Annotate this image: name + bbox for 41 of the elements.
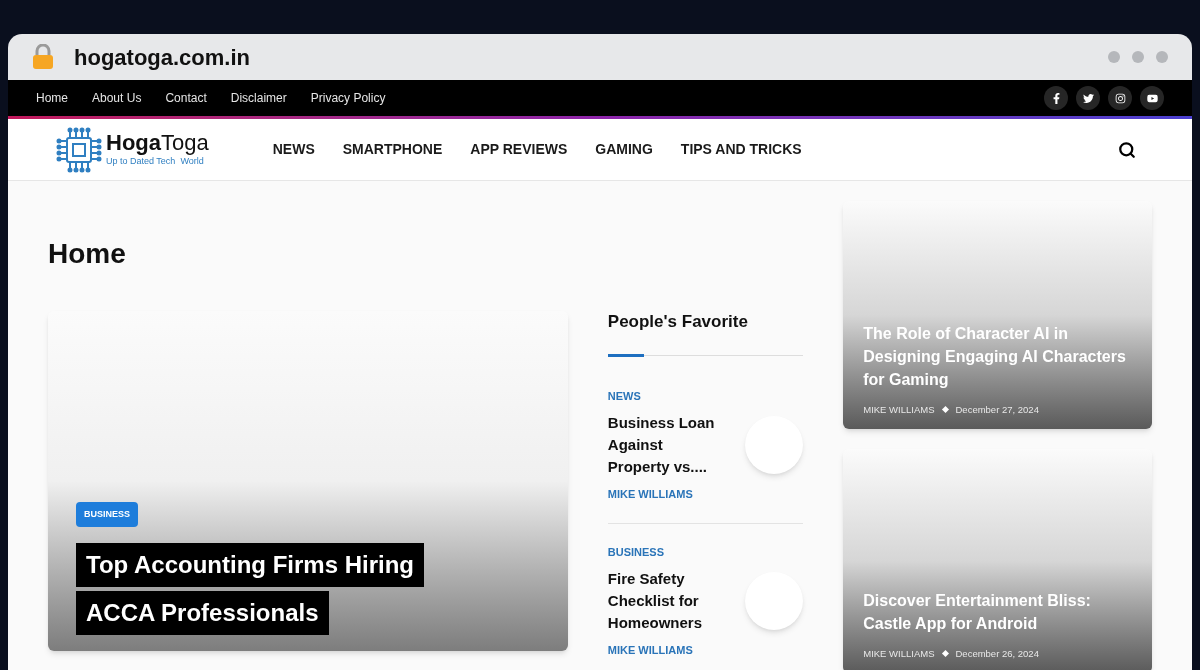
top-nav-link[interactable]: Contact: [165, 89, 207, 107]
top-nav-link[interactable]: About Us: [92, 89, 142, 107]
author-name[interactable]: MIKE WILLIAMS: [607, 642, 804, 659]
featured-card[interactable]: Discover Entertainment Bliss: Castle App for Android MIKE WILLIAMS December 26, 2024: [843, 449, 1152, 670]
facebook-button[interactable]: [1044, 86, 1068, 110]
author-name[interactable]: MIKE WILLIAMS: [863, 646, 935, 661]
main-nav-link[interactable]: GAMING: [595, 139, 653, 160]
category-label[interactable]: BUSINESS: [607, 543, 804, 560]
chip-logo-icon: [56, 126, 102, 173]
post-date: December 26, 2024: [955, 646, 1039, 661]
author-name[interactable]: MIKE WILLIAMS: [863, 402, 935, 417]
twitter-icon: [1082, 92, 1094, 104]
instagram-button[interactable]: [1108, 86, 1132, 110]
padlock-icon: [32, 44, 54, 70]
main-nav-link[interactable]: SMARTPHONE: [342, 139, 443, 160]
main-nav-link[interactable]: APP REVIEWS: [470, 139, 568, 160]
hero-card[interactable]: BUSINESS Top Accounting Firms Hiring ACCA Professionals: [48, 311, 568, 651]
thumbnail-placeholder[interactable]: [745, 416, 804, 474]
twitter-button[interactable]: [1076, 86, 1100, 110]
search-icon[interactable]: [1118, 140, 1136, 159]
article-title[interactable]: Business Loan Against Property vs....: [607, 412, 728, 478]
category-label[interactable]: NEWS: [607, 387, 804, 404]
post-date: December 27, 2024: [955, 402, 1039, 417]
article-title[interactable]: Fire Safety Checklist for Homeowners: [607, 568, 728, 634]
featured-card[interactable]: The Role of Character AI in Designing Engaging AI Characters for Gaming MIKE WILLIAMS December 27, 2024: [843, 201, 1152, 429]
section-heading: People's Favorite: [607, 311, 749, 333]
author-name[interactable]: MIKE WILLIAMS: [607, 486, 804, 503]
thumbnail-placeholder[interactable]: [745, 572, 804, 630]
logo-wordmark[interactable]: HogaToga: [106, 130, 209, 155]
top-nav-link[interactable]: Home: [36, 89, 68, 107]
category-tag[interactable]: BUSINESS: [76, 501, 138, 527]
page-title: Home: [48, 237, 127, 271]
address-url[interactable]: hogatoga.com.in: [74, 40, 250, 74]
instagram-icon: [1114, 92, 1126, 104]
top-nav-link[interactable]: Privacy Policy: [310, 89, 386, 107]
main-nav-link[interactable]: NEWS: [272, 139, 315, 160]
main-nav-link[interactable]: TIPS AND TRICKS: [680, 139, 802, 160]
youtube-icon: [1146, 92, 1158, 104]
youtube-button[interactable]: [1140, 86, 1164, 110]
top-nav-link[interactable]: Disclaimer: [230, 89, 287, 107]
logo-tagline: Up to Dated Tech World: [106, 155, 205, 168]
